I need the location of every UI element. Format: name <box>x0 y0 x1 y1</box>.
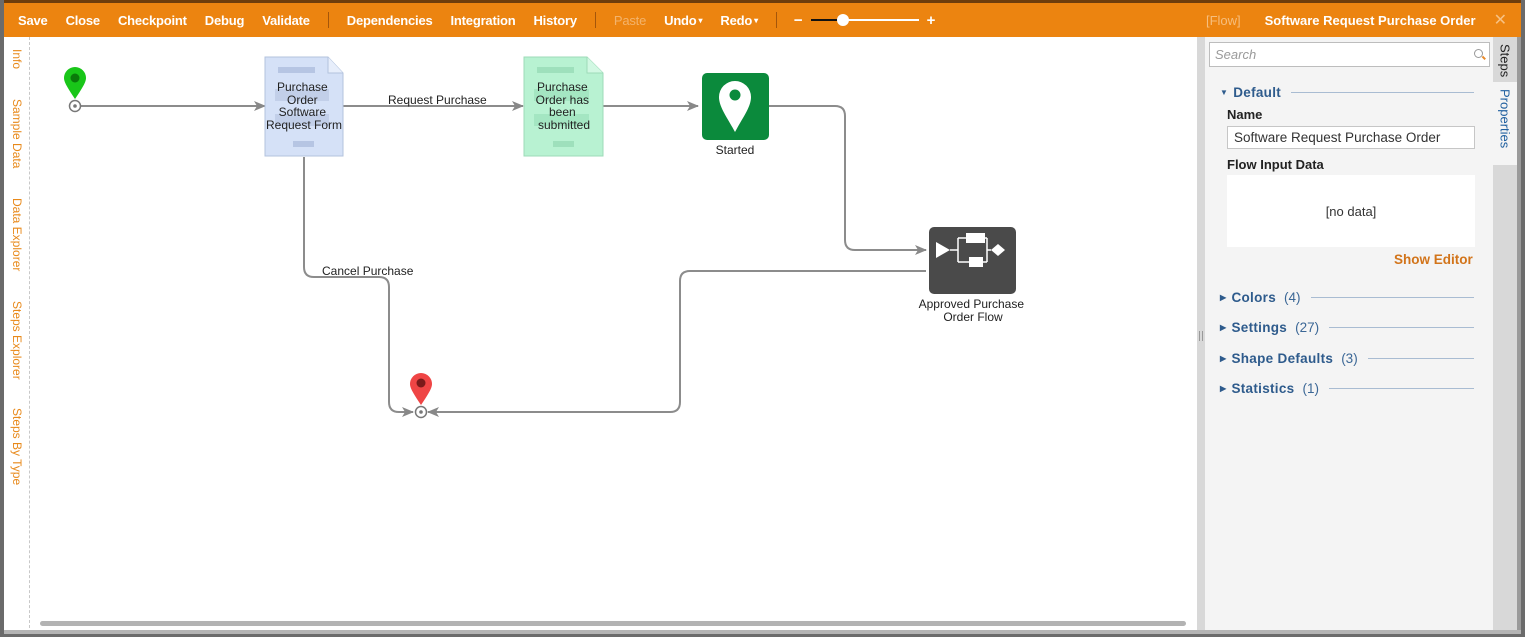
zoom-slider[interactable] <box>810 14 919 26</box>
flow-canvas[interactable]: Request Purchase Cancel Purchase Purchas… <box>31 37 1197 633</box>
search-icon[interactable] <box>1474 49 1483 58</box>
tab-info[interactable]: Info <box>10 49 24 69</box>
panel-splitter[interactable] <box>1197 37 1205 633</box>
section-divider <box>1291 92 1474 93</box>
flow-diagram[interactable]: Request Purchase Cancel Purchase Purchas… <box>31 37 1197 633</box>
start-step[interactable] <box>64 67 86 113</box>
section-title: Shape Defaults <box>1231 351 1334 366</box>
submitted-form-step[interactable]: Purchase Order has been submitted <box>523 56 604 157</box>
no-data-text: [no data] <box>1325 203 1377 219</box>
section-divider <box>1310 297 1474 298</box>
section-title: Settings <box>1231 320 1288 335</box>
section-count: (1) <box>1302 381 1319 396</box>
section-title: Colors <box>1231 290 1277 305</box>
section-count: (27) <box>1295 320 1320 335</box>
section-default[interactable]: ▼ Default <box>1220 85 1474 100</box>
integration-button[interactable]: Integration <box>442 13 525 28</box>
caret-right-icon: ▶ <box>1220 384 1227 393</box>
search-field[interactable] <box>1209 42 1490 67</box>
section-divider <box>1329 327 1474 328</box>
close-icon[interactable]: ✕ <box>1494 10 1507 30</box>
close-button[interactable]: Close <box>57 13 109 28</box>
title-area: [Flow] Software Request Purchase Order ✕ <box>1206 10 1521 30</box>
flow-input-data-label: Flow Input Data <box>1227 157 1324 172</box>
section-divider <box>1328 388 1474 389</box>
section-count: (4) <box>1284 290 1301 305</box>
form-step[interactable]: Purchase Order Software Request Form <box>264 56 344 157</box>
validate-button[interactable]: Validate <box>253 13 319 28</box>
tab-steps[interactable]: Steps <box>1493 37 1517 82</box>
redo-label: Redo <box>720 12 753 28</box>
caret-right-icon: ▶ <box>1220 354 1227 363</box>
map-pin-icon <box>64 67 86 99</box>
drag-handle-icon <box>1199 331 1203 341</box>
tab-properties[interactable]: Properties <box>1493 82 1517 165</box>
undo-label: Undo <box>664 12 697 28</box>
flow-type-tag: [Flow] <box>1205 12 1241 28</box>
approved-flow-step[interactable]: Approved Purchase Order Flow <box>919 227 1028 324</box>
section-divider <box>1367 358 1474 359</box>
flow-input-data-box: [no data] <box>1227 175 1475 247</box>
connector-form-to-end[interactable] <box>303 157 414 417</box>
chevron-down-icon: ▾ <box>754 15 758 25</box>
save-button[interactable]: Save <box>4 13 57 28</box>
connector-approved-to-end[interactable] <box>427 270 926 417</box>
caret-down-icon: ▼ <box>1220 88 1229 97</box>
section-title: Default <box>1233 85 1282 100</box>
zoom-slider-thumb[interactable] <box>837 14 850 26</box>
checkpoint-button[interactable]: Checkpoint <box>109 13 196 28</box>
name-field[interactable] <box>1227 126 1475 149</box>
connector-started-to-approved[interactable] <box>765 105 927 255</box>
section-settings[interactable]: ▶ Settings (27) <box>1220 320 1474 335</box>
caret-right-icon: ▶ <box>1220 293 1227 302</box>
toolbar: Save Close Checkpoint Debug Validate Dep… <box>4 0 1521 37</box>
toolbar-divider <box>775 12 777 28</box>
tab-sample-data[interactable]: Sample Data <box>10 99 24 168</box>
search-input[interactable] <box>1210 43 1460 66</box>
horizontal-scrollbar[interactable] <box>40 621 1186 626</box>
section-statistics[interactable]: ▶ Statistics (1) <box>1220 381 1474 396</box>
section-colors[interactable]: ▶ Colors (4) <box>1220 290 1474 305</box>
section-count: (3) <box>1341 351 1358 366</box>
chevron-down-icon: ▾ <box>698 15 703 25</box>
tab-steps-by-type[interactable]: Steps By Type <box>10 408 24 485</box>
tab-data-explorer[interactable]: Data Explorer <box>10 198 24 271</box>
window-bottom-scrollbar[interactable] <box>4 630 1521 634</box>
started-step[interactable]: Started <box>702 73 769 157</box>
zoom-control: − + <box>790 12 940 29</box>
toolbar-divider <box>594 12 596 28</box>
show-editor-link[interactable]: Show Editor <box>1394 252 1473 267</box>
left-side-tabs: Info Sample Data Data Explorer Steps Exp… <box>4 37 30 633</box>
properties-panel: ▼ Default Name Flow Input Data [no data]… <box>1205 37 1493 633</box>
caret-right-icon: ▶ <box>1220 323 1227 332</box>
zoom-in-button[interactable]: + <box>923 12 940 29</box>
paste-button[interactable]: Paste <box>605 13 655 28</box>
right-side-tabs: Steps Properties <box>1493 37 1517 633</box>
section-shape-defaults[interactable]: ▶ Shape Defaults (3) <box>1220 351 1474 366</box>
undo-button[interactable]: Undo ▾ <box>655 13 711 28</box>
toolbar-divider <box>327 12 329 28</box>
submitted-step-label: Purchase Order has been submitted <box>536 80 593 132</box>
approved-flow-label: Approved Purchase Order Flow <box>919 297 1028 324</box>
name-label: Name <box>1227 107 1263 122</box>
connector-label-cancel-purchase: Cancel Purchase <box>322 264 414 278</box>
end-step[interactable] <box>410 373 432 419</box>
history-button[interactable]: History <box>524 13 585 28</box>
map-pin-icon <box>410 373 432 405</box>
window-edge <box>1517 37 1521 633</box>
flow-designer: Save Close Checkpoint Debug Validate Dep… <box>4 0 1521 634</box>
dependencies-button[interactable]: Dependencies <box>338 13 442 28</box>
started-step-label: Started <box>716 143 755 157</box>
connector-label-request-purchase: Request Purchase <box>388 93 487 107</box>
debug-button[interactable]: Debug <box>196 13 253 28</box>
flow-title: Software Request Purchase Order <box>1264 12 1476 28</box>
redo-button[interactable]: Redo ▾ <box>711 13 767 28</box>
zoom-out-button[interactable]: − <box>790 12 807 29</box>
tab-steps-explorer[interactable]: Steps Explorer <box>10 301 24 380</box>
section-title: Statistics <box>1231 381 1295 396</box>
